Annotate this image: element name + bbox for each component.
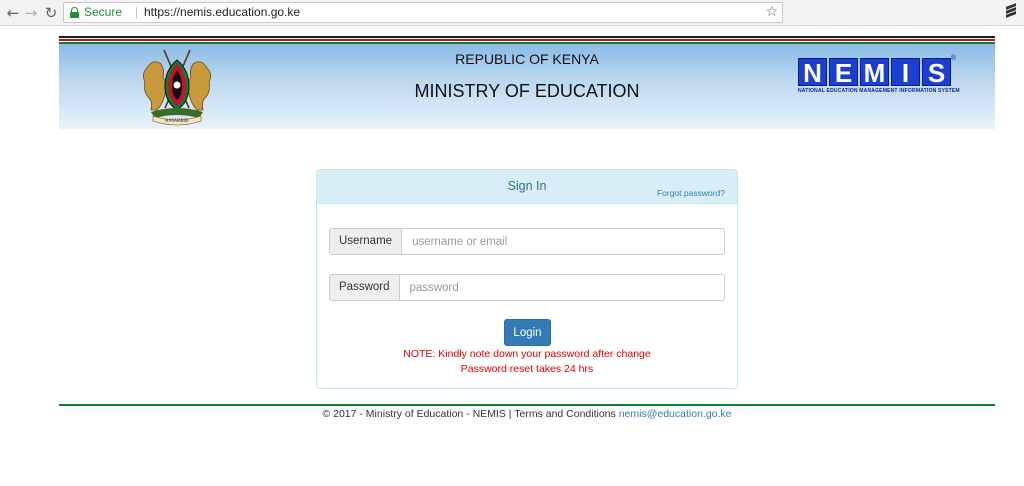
coat-motto: HARAMBEE [165,118,189,123]
username-input[interactable] [401,228,725,255]
star-icon[interactable]: ☆ [765,3,778,22]
address-bar[interactable]: Secure https://nemis.education.go.ke ☆ [63,2,783,23]
password-input[interactable] [398,274,725,301]
browser-toolbar: ← → ↻ Secure https://nemis.education.go.… [0,0,1024,26]
flag-stripes [59,36,995,45]
forgot-password-link[interactable]: Forgot password? [657,188,725,198]
nemis-letter: E [829,58,858,87]
nemis-logo: N E M I S ® NATIONAL EDUCATION MANAGEMEN… [798,55,960,98]
reload-icon[interactable]: ↻ [42,4,60,22]
password-label: Password [329,274,399,301]
password-reset-note: Password reset takes 24 hrs [460,363,594,375]
password-group: Password [329,274,725,301]
nemis-logo-subtitle: NATIONAL EDUCATION MANAGEMENT INFORMATIO… [798,88,960,94]
nemis-letter: I [891,58,920,87]
extension-icon[interactable] [1006,3,1018,19]
nemis-letter: N [798,58,827,87]
url-text[interactable]: https://nemis.education.go.ke [144,3,300,22]
lock-icon [70,7,79,18]
footer-divider [59,404,995,406]
login-button[interactable]: Login [504,319,551,346]
back-arrow-icon[interactable]: ← [4,4,22,22]
address-separator [136,7,137,19]
registered-mark: ® [950,55,956,62]
username-group: Username [329,228,725,255]
header-banner: HARAMBEE REPUBLIC OF KENYA MINISTRY OF E… [59,36,995,129]
forward-arrow-icon[interactable]: → [22,4,40,22]
nemis-logo-letters: N E M I S [798,58,958,87]
secure-label: Secure [84,5,123,19]
password-note: NOTE: Kindly note down your password aft… [403,348,651,360]
footer: © 2017 - Ministry of Education - NEMIS |… [59,408,995,420]
signin-panel: Sign In Forgot password? Username Passwo… [316,169,738,389]
footer-text: © 2017 - Ministry of Education - NEMIS |… [322,408,616,420]
nemis-letter: M [860,58,889,87]
signin-panel-heading: Sign In Forgot password? [317,170,737,204]
username-label: Username [329,228,402,255]
nemis-letter: S [922,58,951,87]
footer-email-link[interactable]: nemis@education.go.ke [619,408,732,420]
